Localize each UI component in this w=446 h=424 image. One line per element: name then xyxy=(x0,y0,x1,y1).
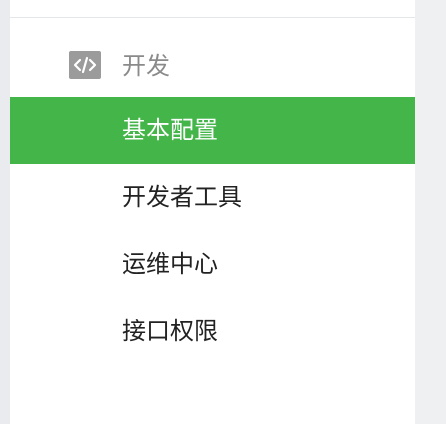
sidebar-item-label: 运维中心 xyxy=(122,250,218,278)
menu-group-dev[interactable]: 开发 xyxy=(10,44,415,90)
menu-group-label: 开发 xyxy=(122,52,170,80)
divider xyxy=(10,17,415,18)
menu-list: 基本配置 开发者工具 运维中心 接口权限 xyxy=(10,97,415,365)
sidebar-item-basic-config[interactable]: 基本配置 xyxy=(10,97,415,164)
sidebar-item-api-permissions[interactable]: 接口权限 xyxy=(10,298,415,365)
content-edge xyxy=(415,0,446,424)
sidebar-item-developer-tools[interactable]: 开发者工具 xyxy=(10,164,415,231)
sidebar-item-ops-center[interactable]: 运维中心 xyxy=(10,231,415,298)
sidebar-menu: 开发 基本配置 开发者工具 运维中心 接口权限 xyxy=(10,0,415,424)
left-gutter xyxy=(0,0,10,424)
sidebar-item-label: 开发者工具 xyxy=(122,183,242,211)
sidebar-item-label: 基本配置 xyxy=(122,116,218,144)
code-icon xyxy=(69,51,101,79)
sidebar-item-label: 接口权限 xyxy=(122,317,218,345)
